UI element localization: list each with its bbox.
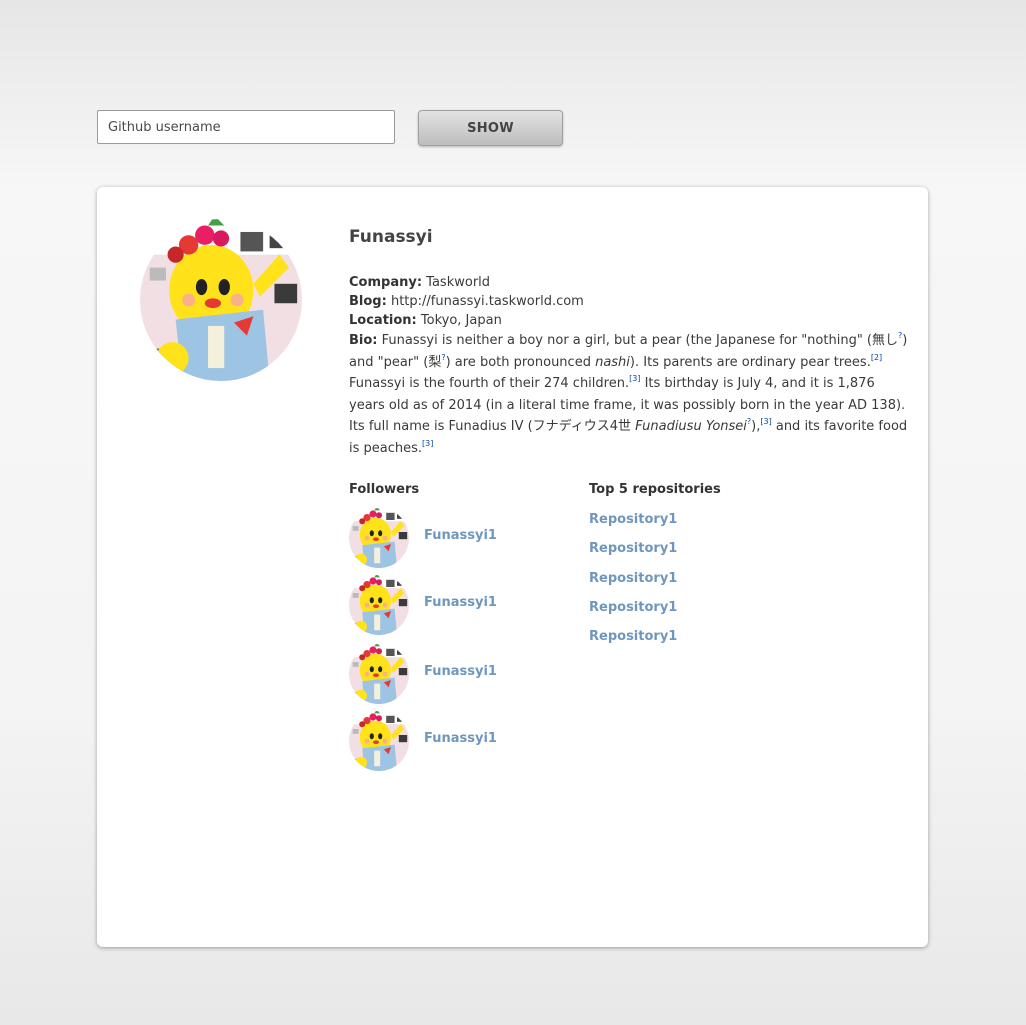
- blog-label: Blog:: [349, 294, 387, 309]
- follower-name[interactable]: Funassyi1: [424, 664, 497, 679]
- location-label: Location:: [349, 313, 417, 328]
- reference-link[interactable]: [3]: [760, 417, 771, 426]
- follower-avatar[interactable]: [349, 711, 409, 771]
- follower-avatar[interactable]: [349, 508, 409, 568]
- profile-card: Funassyi Company: Taskworld Blog: http:/…: [97, 187, 928, 947]
- show-button[interactable]: SHOW: [418, 110, 563, 146]
- repository-link[interactable]: Repository1: [589, 629, 677, 644]
- bio-text-segment: ),: [751, 419, 761, 434]
- profile-name: Funassyi: [349, 227, 433, 247]
- bio-text-segment: Funassyi is neither a boy nor a girl, bu…: [377, 333, 899, 348]
- reference-link[interactable]: [2]: [871, 353, 882, 362]
- follower-item[interactable]: Funassyi1: [349, 644, 549, 706]
- bio-text: Bio: Funassyi is neither a boy nor a gir…: [349, 330, 909, 459]
- repository-link[interactable]: Repository1: [589, 571, 677, 586]
- location-row: Location: Tokyo, Japan: [349, 311, 909, 330]
- follower-item[interactable]: Funassyi1: [349, 508, 549, 570]
- bio-text-segment: ) are both pronounced: [445, 354, 596, 370]
- repository-link[interactable]: Repository1: [589, 600, 677, 615]
- followers-title: Followers: [349, 482, 420, 497]
- bio-text-segment: ). Its parents are ordinary pear trees.: [629, 354, 871, 370]
- follower-name[interactable]: Funassyi1: [424, 528, 497, 543]
- company-label: Company:: [349, 275, 423, 290]
- bio-emphasis: nashi: [595, 354, 630, 370]
- repository-link[interactable]: Repository1: [589, 541, 677, 556]
- company-value: Taskworld: [426, 275, 491, 290]
- profile-info: Company: Taskworld Blog: http://funassyi…: [349, 273, 909, 459]
- bio-label: Bio:: [349, 333, 378, 348]
- company-row: Company: Taskworld: [349, 273, 909, 292]
- profile-avatar: [140, 219, 302, 381]
- blog-value: http://funassyi.taskworld.com: [390, 294, 584, 309]
- follower-item[interactable]: Funassyi1: [349, 575, 549, 637]
- bio-emphasis: Funadiusu Yonsei: [635, 419, 747, 434]
- bio-text-segment: Funassyi is the fourth of their 274 chil…: [349, 376, 630, 391]
- follower-name[interactable]: Funassyi1: [424, 731, 497, 746]
- username-input[interactable]: [97, 110, 395, 144]
- blog-row: Blog: http://funassyi.taskworld.com: [349, 292, 909, 311]
- repositories-title: Top 5 repositories: [589, 482, 721, 497]
- location-value: Tokyo, Japan: [420, 313, 502, 328]
- repository-link[interactable]: Repository1: [589, 512, 677, 527]
- follower-avatar[interactable]: [349, 575, 409, 635]
- follower-name[interactable]: Funassyi1: [424, 595, 497, 610]
- reference-link[interactable]: [3]: [422, 439, 433, 448]
- reference-link[interactable]: [3]: [629, 374, 640, 383]
- follower-avatar[interactable]: [349, 644, 409, 704]
- follower-item[interactable]: Funassyi1: [349, 711, 549, 773]
